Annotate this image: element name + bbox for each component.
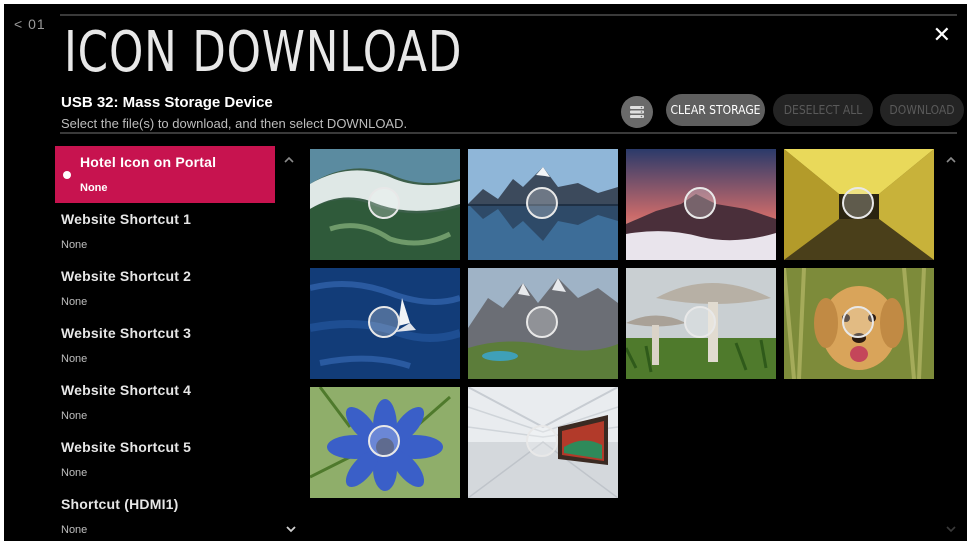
menu-item-website-shortcut-5[interactable]: Website Shortcut 5 None (55, 431, 275, 488)
menu-item-shortcut-hdmi1[interactable]: Shortcut (HDMI1) None (55, 488, 275, 541)
menu-item-value: None (61, 239, 88, 251)
menu-item-value: None (61, 353, 88, 365)
image-blue-flower[interactable] (310, 387, 460, 498)
image-mushrooms[interactable] (626, 268, 776, 379)
download-button[interactable]: DOWNLOAD (880, 94, 964, 126)
menu-item-label: Website Shortcut 3 (61, 325, 192, 341)
page-title: ICON DOWNLOAD (64, 20, 463, 85)
icon-slot-list: Hotel Icon on Portal None Website Shortc… (55, 146, 275, 541)
menu-item-website-shortcut-4[interactable]: Website Shortcut 4 None (55, 374, 275, 431)
deselect-all-button[interactable]: DESELECT ALL (773, 94, 873, 126)
menu-item-label: Website Shortcut 5 (61, 439, 192, 455)
select-circle[interactable] (842, 306, 874, 338)
menu-item-value: None (61, 410, 88, 422)
select-circle[interactable] (684, 306, 716, 338)
grid-scroll-down-icon[interactable] (946, 526, 956, 533)
menu-item-label: Website Shortcut 2 (61, 268, 192, 284)
image-aerial-coast[interactable] (310, 149, 460, 260)
storage-icon (630, 106, 644, 118)
chevron-down-icon[interactable] (286, 526, 296, 533)
select-circle[interactable] (368, 187, 400, 219)
top-divider (60, 14, 957, 16)
select-circle[interactable] (368, 306, 400, 338)
image-golden-retriever[interactable] (784, 268, 934, 379)
grid-scroll-up-icon[interactable] (946, 156, 956, 163)
menu-item-hotel-icon[interactable]: Hotel Icon on Portal None (55, 146, 275, 203)
selected-dot-icon (63, 171, 71, 179)
chevron-up-icon[interactable] (284, 156, 294, 163)
menu-item-label: Website Shortcut 1 (61, 211, 192, 227)
clear-storage-button[interactable]: CLEAR STORAGE (666, 94, 765, 126)
select-circle[interactable] (526, 187, 558, 219)
image-yellow-tunnel[interactable] (784, 149, 934, 260)
menu-item-label: Hotel Icon on Portal (80, 154, 217, 170)
menu-item-value: None (61, 296, 88, 308)
menu-item-website-shortcut-1[interactable]: Website Shortcut 1 None (55, 203, 275, 260)
image-mountain-lake[interactable] (468, 149, 618, 260)
image-rocky-peaks[interactable] (468, 268, 618, 379)
select-circle[interactable] (842, 187, 874, 219)
select-circle[interactable] (684, 187, 716, 219)
close-icon[interactable]: ✕ (933, 24, 951, 46)
select-circle[interactable] (368, 425, 400, 457)
menu-item-website-shortcut-2[interactable]: Website Shortcut 2 None (55, 260, 275, 317)
image-terminal-hall[interactable] (468, 387, 618, 498)
image-sailboat-ocean[interactable] (310, 268, 460, 379)
device-name: USB 32: Mass Storage Device (61, 94, 273, 111)
storage-info-button[interactable] (621, 96, 653, 128)
menu-item-label: Website Shortcut 4 (61, 382, 192, 398)
select-circle[interactable] (526, 425, 558, 457)
back-button[interactable]: < 01 (14, 16, 46, 32)
menu-item-label: Shortcut (HDMI1) (61, 496, 179, 512)
menu-item-value: None (80, 182, 108, 194)
header-divider (60, 132, 957, 134)
menu-item-website-shortcut-3[interactable]: Website Shortcut 3 None (55, 317, 275, 374)
instruction-text: Select the file(s) to download, and then… (61, 116, 408, 131)
tv-screen: < 01 ✕ ICON DOWNLOAD USB 32: Mass Storag… (4, 4, 967, 541)
menu-item-value: None (61, 524, 88, 536)
select-circle[interactable] (526, 306, 558, 338)
menu-item-value: None (61, 467, 88, 479)
image-volcano-clouds[interactable] (626, 149, 776, 260)
